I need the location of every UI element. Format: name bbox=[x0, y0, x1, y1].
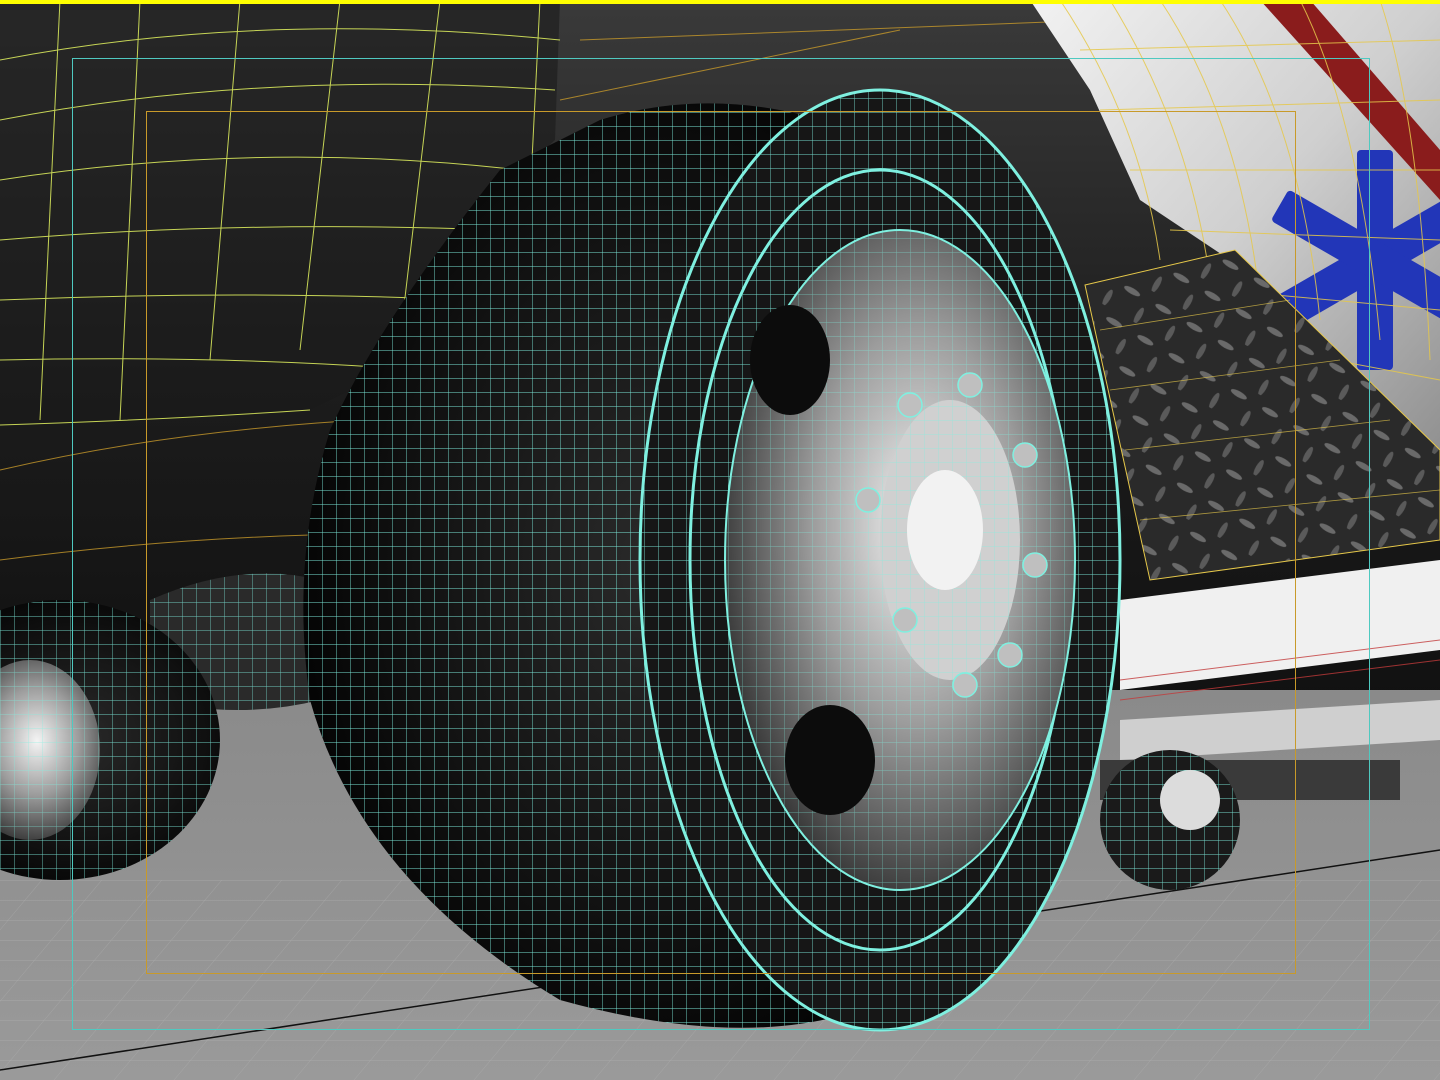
hub-cap bbox=[907, 470, 983, 590]
rim-vent-hole bbox=[785, 705, 875, 815]
3d-viewport[interactable] bbox=[0, 0, 1440, 1080]
viewport-scene[interactable] bbox=[0, 0, 1440, 1080]
rim-vent-hole bbox=[750, 305, 830, 415]
brake-drum bbox=[1100, 750, 1240, 890]
